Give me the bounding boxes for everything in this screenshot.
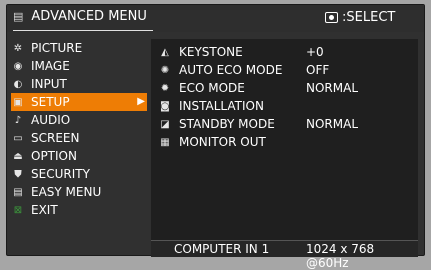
- select-button-icon: [325, 12, 338, 23]
- setup-row-value: NORMAL: [306, 81, 359, 95]
- sidebar-item-label: IMAGE: [31, 59, 70, 73]
- setup-row-keystone[interactable]: ◭ KEYSTONE +0: [151, 43, 418, 61]
- submenu-arrow-icon: ▶: [137, 96, 145, 107]
- sidebar-item-audio[interactable]: ♪ AUDIO: [7, 111, 151, 129]
- setup-row-label: ECO MODE: [179, 81, 245, 95]
- setup-row-value: NORMAL: [306, 117, 359, 131]
- screen-icon: ▭: [13, 132, 23, 144]
- setup-row-eco-mode[interactable]: ✹ ECO MODE NORMAL: [151, 79, 418, 97]
- select-hint-label: SELECT: [346, 10, 396, 25]
- installation-icon: ◙: [160, 100, 170, 112]
- eco-mode-icon: ✹: [160, 82, 170, 94]
- setup-row-value: OFF: [306, 63, 330, 77]
- sidebar-item-security[interactable]: ⛊ SECURITY: [7, 165, 151, 183]
- sidebar-item-image[interactable]: ◉ IMAGE: [7, 57, 151, 75]
- sidebar-item-label: PICTURE: [31, 41, 83, 55]
- menu-list-icon: ▤: [13, 10, 24, 23]
- sidebar-item-label: INPUT: [31, 77, 67, 91]
- status-bar: COMPUTER IN 1 1024 x 768 @60Hz: [151, 240, 418, 270]
- image-icon: ◉: [13, 60, 23, 72]
- audio-icon: ♪: [14, 114, 22, 126]
- setup-row-label: MONITOR OUT: [179, 135, 266, 149]
- sidebar-item-option[interactable]: ⏏ OPTION: [7, 147, 151, 165]
- setup-row-label: KEYSTONE: [179, 45, 243, 59]
- setup-panel: ◭ KEYSTONE +0 ✺ AUTO ECO MODE OFF ✹ ECO …: [151, 39, 418, 270]
- input-icon: ◐: [13, 78, 23, 90]
- sidebar-item-label: EASY MENU: [31, 185, 102, 199]
- standby-mode-icon: ◪: [160, 118, 170, 130]
- monitor-out-icon: ▦: [160, 136, 170, 148]
- picture-icon: ✲: [13, 42, 23, 54]
- setup-row-standby-mode[interactable]: ◪ STANDBY MODE NORMAL: [151, 115, 418, 133]
- sidebar-item-label: SECURITY: [31, 167, 90, 181]
- option-icon: ⏏: [13, 150, 23, 162]
- easy-menu-icon: ▤: [13, 186, 23, 198]
- osd-menu-window: ▤ ADVANCED MENU : SELECT ✲ PICTURE ◉ IMA…: [6, 4, 425, 270]
- setup-icon: ▣: [13, 96, 23, 108]
- sidebar-item-label: EXIT: [31, 203, 58, 217]
- sidebar-item-exit[interactable]: ⊠ EXIT: [7, 201, 151, 219]
- sidebar-item-label: AUDIO: [31, 113, 71, 127]
- setup-row-label: INSTALLATION: [179, 99, 264, 113]
- keystone-icon: ◭: [161, 46, 169, 58]
- exit-icon: ⊠: [13, 204, 23, 216]
- sidebar-item-label: OPTION: [31, 149, 77, 163]
- select-hint: : SELECT: [325, 10, 395, 25]
- setup-row-value: +0: [306, 45, 324, 59]
- sidebar-item-screen[interactable]: ▭ SCREEN: [7, 129, 151, 147]
- setup-row-auto-eco-mode[interactable]: ✺ AUTO ECO MODE OFF: [151, 61, 418, 79]
- sidebar-item-label: SETUP: [31, 95, 70, 109]
- sidebar-item-picture[interactable]: ✲ PICTURE: [7, 39, 151, 57]
- setup-row-label: STANDBY MODE: [179, 117, 275, 131]
- menu-title-text: ADVANCED MENU: [31, 9, 147, 24]
- sidebar-item-label: SCREEN: [31, 131, 80, 145]
- setup-row-label: AUTO ECO MODE: [179, 63, 283, 77]
- menu-header: ▤ ADVANCED MENU : SELECT: [7, 5, 424, 32]
- sidebar-item-input[interactable]: ◐ INPUT: [7, 75, 151, 93]
- resolution-label: 1024 x 768 @60Hz: [306, 242, 375, 270]
- sidebar-item-easy-menu[interactable]: ▤ EASY MENU: [7, 183, 151, 201]
- sidebar-item-setup[interactable]: ▣ SETUP ▶: [11, 93, 147, 111]
- input-source-label: COMPUTER IN 1: [174, 242, 270, 256]
- auto-eco-mode-icon: ✺: [160, 64, 170, 76]
- header-underline: [13, 30, 153, 31]
- menu-title: ▤ ADVANCED MENU: [13, 9, 147, 24]
- setup-row-monitor-out[interactable]: ▦ MONITOR OUT: [151, 133, 418, 151]
- sidebar-menu: ✲ PICTURE ◉ IMAGE ◐ INPUT ▣ SETUP ▶ ♪ AU…: [7, 39, 151, 219]
- setup-row-installation[interactable]: ◙ INSTALLATION: [151, 97, 418, 115]
- security-icon: ⛊: [14, 168, 22, 180]
